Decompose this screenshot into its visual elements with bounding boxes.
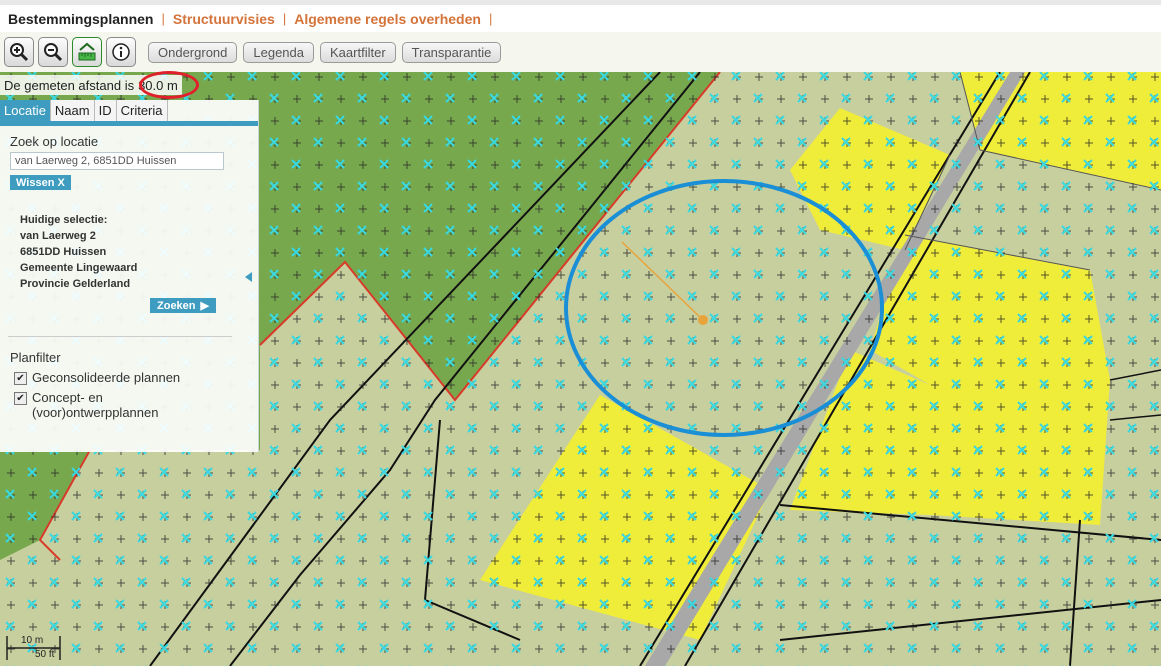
collapse-panel-icon[interactable] <box>245 272 252 282</box>
measure-button[interactable] <box>72 37 102 67</box>
tab-criteria[interactable]: Criteria <box>116 100 168 121</box>
selection-street: van Laerweg 2 <box>20 230 96 242</box>
ondergrond-button[interactable]: Ondergrond <box>148 41 238 63</box>
measure-icon <box>78 42 96 61</box>
scale-primary: 10 m <box>21 635 44 646</box>
filter-concept[interactable]: ✔ Concept- en (voor)ontwerpplannen <box>14 390 189 420</box>
location-marker <box>698 315 708 325</box>
tab-naam[interactable]: Naam <box>50 100 95 121</box>
zoom-out-icon <box>44 43 63 62</box>
search-panel: Locatie Naam ID Criteria Zoek op locatie… <box>0 100 259 452</box>
nav-separator: | <box>488 11 493 26</box>
search-button[interactable]: Zoeken ▶ <box>150 298 216 313</box>
info-icon <box>112 43 130 61</box>
distance-label: De gemeten afstand is <box>4 77 135 93</box>
search-button-label: Zoeken <box>157 299 196 312</box>
tab-id[interactable]: ID <box>94 100 117 121</box>
selection-postal: 6851DD Huissen <box>20 246 107 258</box>
clear-button[interactable]: Wissen X <box>10 175 71 190</box>
kaartfilter-button[interactable]: Kaartfilter <box>320 41 396 63</box>
zoom-in-icon <box>10 43 29 62</box>
selection-heading: Huidige selectie: <box>20 214 108 226</box>
filter-geconsolideerde[interactable]: ✔ Geconsolideerde plannen <box>14 370 180 385</box>
scale-bar: 10 m 50 ft <box>5 634 67 662</box>
current-selection: Huidige selectie: van Laerweg 2 6851DD H… <box>20 212 137 292</box>
filter-label: Concept- en (voor)ontwerpplannen <box>32 390 159 420</box>
filter-label: Geconsolideerde plannen <box>32 370 181 385</box>
selection-municipality: Gemeente Lingewaard <box>20 262 138 274</box>
tab-algemene-regels[interactable]: Algemene regels overheden <box>286 11 489 27</box>
planfilter-title: Planfilter <box>10 350 61 365</box>
tab-structuurvisies[interactable]: Structuurvisies <box>165 11 283 27</box>
scale-secondary: 50 ft <box>35 649 55 660</box>
arrow-right-icon: ▶ <box>200 300 209 312</box>
selection-province: Provincie Gelderland <box>20 278 131 290</box>
tab-locatie[interactable]: Locatie <box>0 100 51 121</box>
map-toolbar: Ondergrond Legenda Kaartfilter Transpara… <box>0 32 1161 72</box>
search-label: Zoek op locatie <box>10 134 99 149</box>
zoom-in-button[interactable] <box>4 37 34 67</box>
panel-divider <box>8 336 232 337</box>
top-navigation: Bestemmingsplannen | Structuurvisies | A… <box>0 0 1161 32</box>
transparantie-button[interactable]: Transparantie <box>401 41 502 63</box>
info-button[interactable] <box>106 37 136 67</box>
checkbox-checked-icon[interactable]: ✔ <box>14 392 27 405</box>
location-search-input[interactable] <box>10 152 224 170</box>
zoom-out-button[interactable] <box>38 37 68 67</box>
distance-highlight-ring <box>139 71 199 99</box>
checkbox-checked-icon[interactable]: ✔ <box>14 372 27 385</box>
legenda-button[interactable]: Legenda <box>243 41 315 63</box>
panel-tabs: Locatie Naam ID Criteria <box>0 100 258 126</box>
tab-bestemmingsplannen[interactable]: Bestemmingsplannen <box>0 11 161 27</box>
